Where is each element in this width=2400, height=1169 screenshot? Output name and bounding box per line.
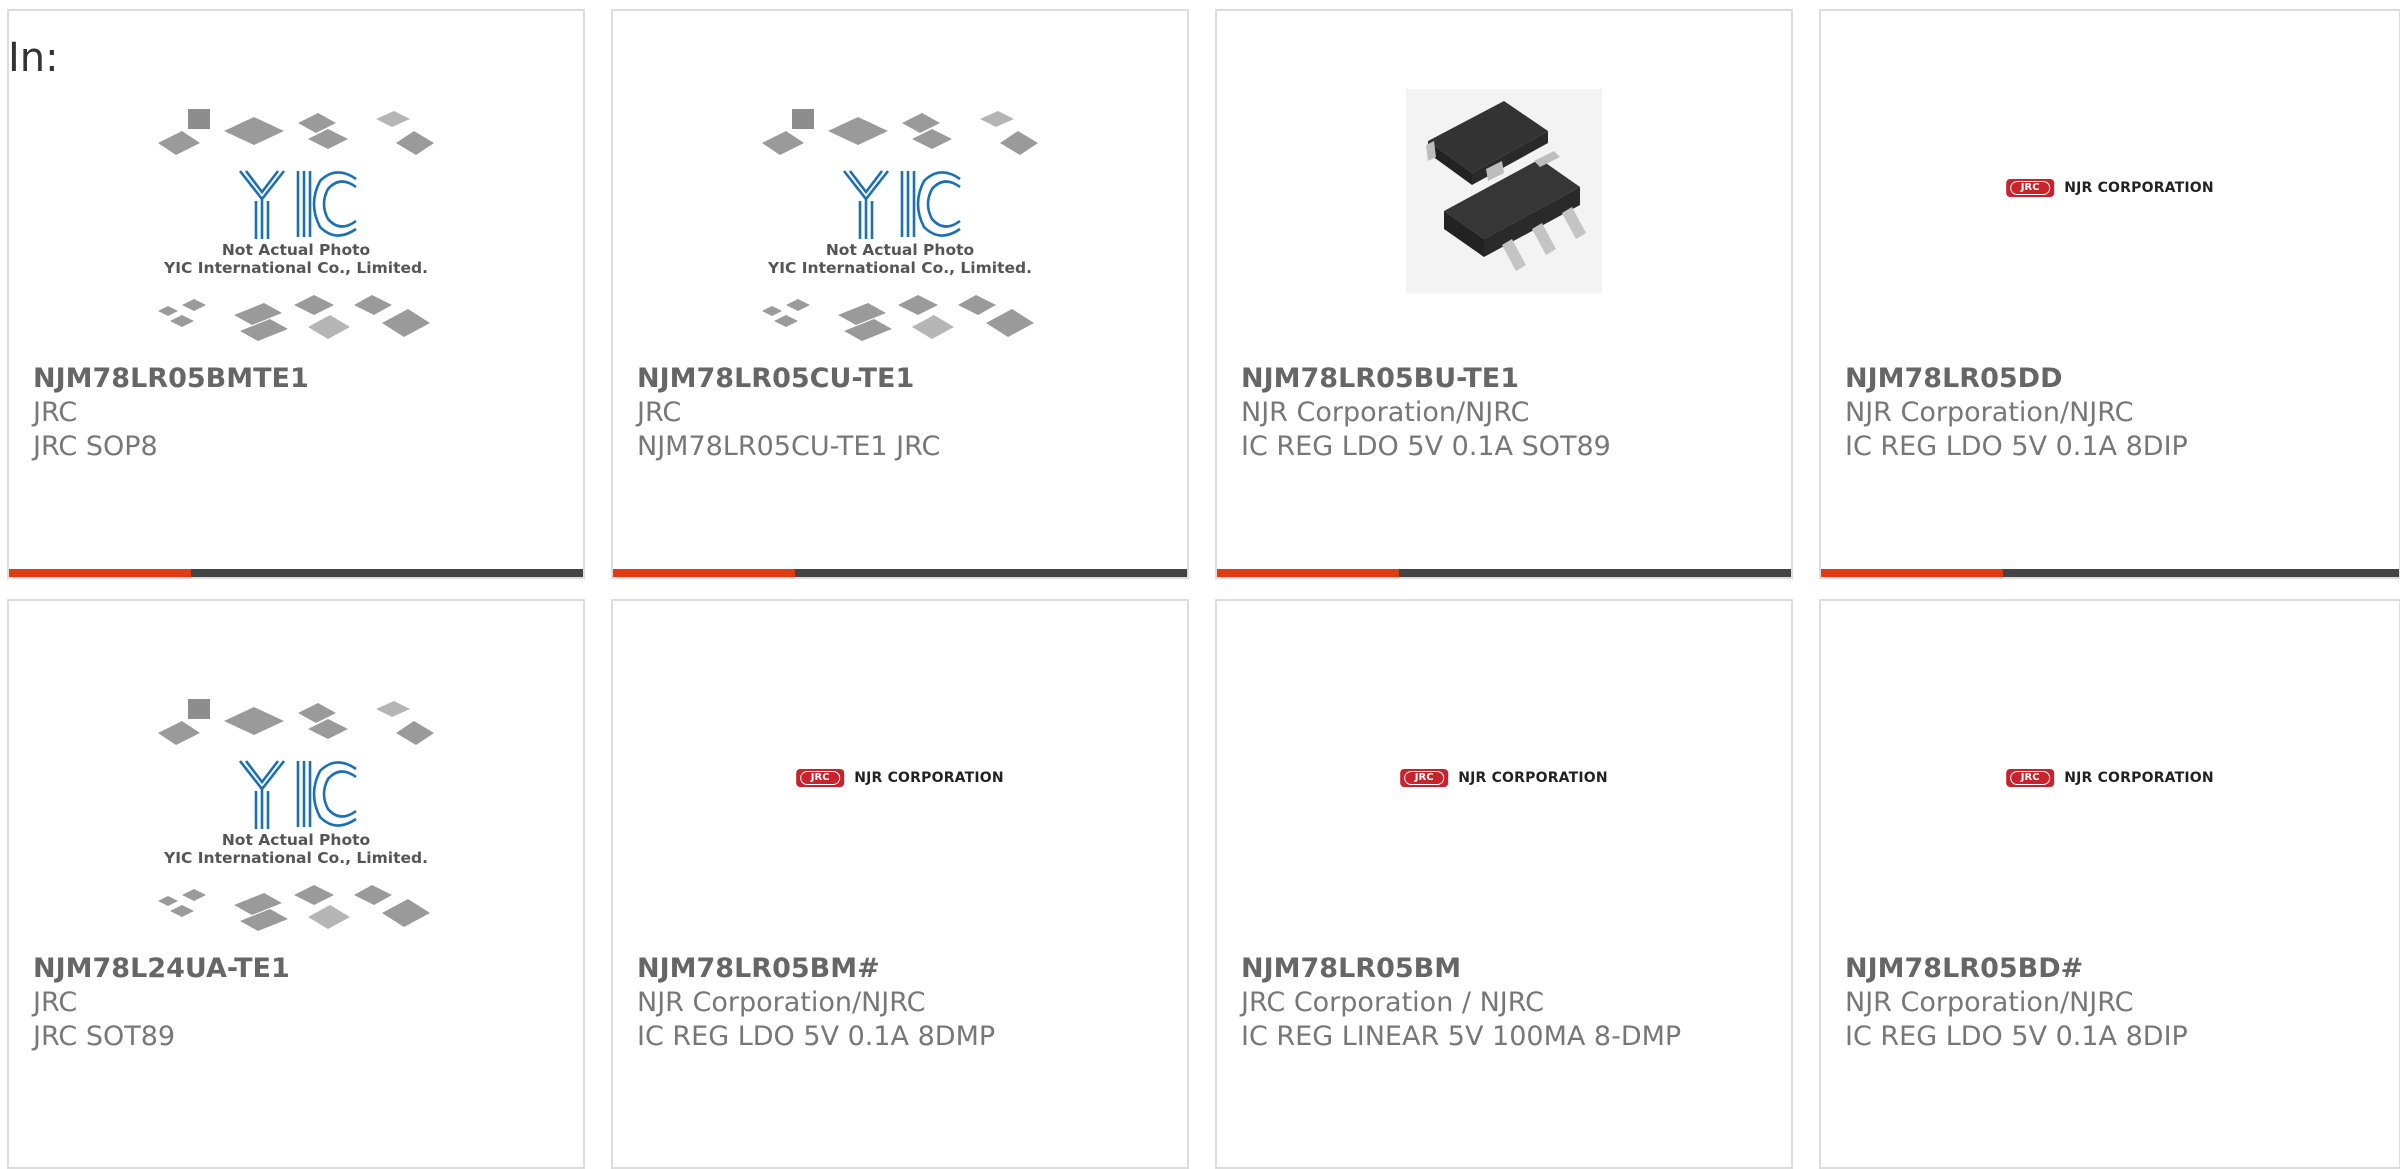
yic-caption-line2: YIC International Co., Limited. (164, 259, 428, 277)
jrc-badge-text: JRC (1404, 771, 1445, 785)
yic-caption-line1: Not Actual Photo (221, 831, 371, 849)
product-description: IC REG LDO 5V 0.1A 8DMP (637, 1021, 996, 1052)
card-bottom-bar (613, 569, 1187, 577)
jrc-badge-text: JRC (800, 771, 841, 785)
product-manufacturer: JRC (637, 397, 682, 428)
product-manufacturer: JRC (33, 397, 78, 428)
product-image[interactable] (1217, 71, 1791, 351)
product-card[interactable]: NJM78LR05BU-TE1 NJR Corporation/NJRC IC … (1215, 9, 1793, 579)
product-manufacturer: NJR Corporation/NJRC (637, 987, 926, 1018)
package-collage-icon (762, 109, 1038, 341)
product-manufacturer: JRC Corporation / NJRC (1241, 987, 1544, 1018)
product-image[interactable]: Not Actual Photo YIC International Co., … (613, 71, 1187, 351)
njr-corporation-logo: JRC NJR CORPORATION (796, 769, 1004, 787)
product-description: IC REG LDO 5V 0.1A 8DIP (1845, 431, 2188, 462)
jrc-badge-text: JRC (2010, 181, 2051, 195)
jrc-badge-text: JRC (2010, 771, 2051, 785)
product-part-number[interactable]: NJM78LR05BU-TE1 (1241, 363, 1519, 394)
product-part-number[interactable]: NJM78LR05BMTE1 (33, 363, 309, 394)
card-bar-accent (9, 569, 191, 577)
njr-logo-text: NJR CORPORATION (854, 770, 1004, 786)
product-card[interactable]: JRC NJR CORPORATION NJM78LR05BM# NJR Cor… (611, 599, 1189, 1169)
product-card[interactable]: Not Actual Photo YIC International Co., … (7, 9, 585, 579)
product-image[interactable]: Not Actual Photo YIC International Co., … (9, 71, 583, 351)
jrc-badge-icon: JRC (2006, 179, 2055, 197)
product-image[interactable]: Not Actual Photo YIC International Co., … (9, 661, 583, 941)
product-manufacturer: NJR Corporation/NJRC (1845, 397, 2134, 428)
product-description: JRC SOT89 (33, 1021, 176, 1052)
yic-placeholder-image: Not Actual Photo YIC International Co., … (158, 109, 434, 349)
card-bar-accent (1217, 569, 1399, 577)
product-card[interactable]: JRC NJR CORPORATION NJM78LR05BM JRC Corp… (1215, 599, 1793, 1169)
product-card[interactable]: Not Actual Photo YIC International Co., … (611, 9, 1189, 579)
package-collage-icon (158, 109, 434, 341)
yic-caption-line1: Not Actual Photo (825, 241, 975, 259)
product-image[interactable]: JRC NJR CORPORATION (1821, 661, 2399, 941)
product-part-number[interactable]: NJM78LR05DD (1845, 363, 2062, 394)
jrc-badge-icon: JRC (2006, 769, 2055, 787)
product-card[interactable]: JRC NJR CORPORATION NJM78LR05DD NJR Corp… (1819, 9, 2400, 579)
product-part-number[interactable]: NJM78LR05CU-TE1 (637, 363, 914, 394)
jrc-badge-icon: JRC (796, 769, 845, 787)
product-description: IC REG LINEAR 5V 100MA 8-DMP (1241, 1021, 1682, 1052)
card-bottom-bar (1217, 569, 1791, 577)
yic-caption-line2: YIC International Co., Limited. (768, 259, 1032, 277)
njr-logo-text: NJR CORPORATION (2064, 180, 2214, 196)
product-manufacturer: JRC (33, 987, 78, 1018)
product-image[interactable]: JRC NJR CORPORATION (613, 661, 1187, 941)
yic-caption-line1: Not Actual Photo (221, 241, 371, 259)
product-card[interactable]: Not Actual Photo YIC International Co., … (7, 599, 585, 1169)
product-card[interactable]: JRC NJR CORPORATION NJM78LR05BD# NJR Cor… (1819, 599, 2400, 1169)
card-bar-accent (613, 569, 795, 577)
filter-in-label: In: (8, 35, 59, 81)
njr-logo-text: NJR CORPORATION (1458, 770, 1608, 786)
yic-placeholder-image: Not Actual Photo YIC International Co., … (158, 699, 434, 939)
product-part-number[interactable]: NJM78LR05BD# (1845, 953, 2083, 984)
njr-corporation-logo: JRC NJR CORPORATION (2006, 769, 2214, 787)
card-bottom-bar (9, 569, 583, 577)
product-part-number[interactable]: NJM78LR05BM (1241, 953, 1461, 984)
card-bottom-bar (1821, 569, 2399, 577)
product-description: NJM78LR05CU-TE1 JRC (637, 431, 941, 462)
yic-caption-line2: YIC International Co., Limited. (164, 849, 428, 867)
product-description: IC REG LDO 5V 0.1A 8DIP (1845, 1021, 2188, 1052)
yic-placeholder-image: Not Actual Photo YIC International Co., … (762, 109, 1038, 349)
njr-logo-text: NJR CORPORATION (2064, 770, 2214, 786)
package-collage-icon (158, 699, 434, 931)
card-bar-accent (1821, 569, 2003, 577)
sot89-chip-icon (1426, 101, 1586, 271)
product-image[interactable]: JRC NJR CORPORATION (1821, 71, 2399, 351)
sot89-package-photo (1406, 89, 1602, 293)
product-manufacturer: NJR Corporation/NJRC (1241, 397, 1530, 428)
product-part-number[interactable]: NJM78L24UA-TE1 (33, 953, 290, 984)
njr-corporation-logo: JRC NJR CORPORATION (1400, 769, 1608, 787)
product-part-number[interactable]: NJM78LR05BM# (637, 953, 880, 984)
product-description: IC REG LDO 5V 0.1A SOT89 (1241, 431, 1611, 462)
jrc-badge-icon: JRC (1400, 769, 1449, 787)
product-manufacturer: NJR Corporation/NJRC (1845, 987, 2134, 1018)
product-description: JRC SOP8 (33, 431, 158, 462)
product-image[interactable]: JRC NJR CORPORATION (1217, 661, 1791, 941)
njr-corporation-logo: JRC NJR CORPORATION (2006, 179, 2214, 197)
